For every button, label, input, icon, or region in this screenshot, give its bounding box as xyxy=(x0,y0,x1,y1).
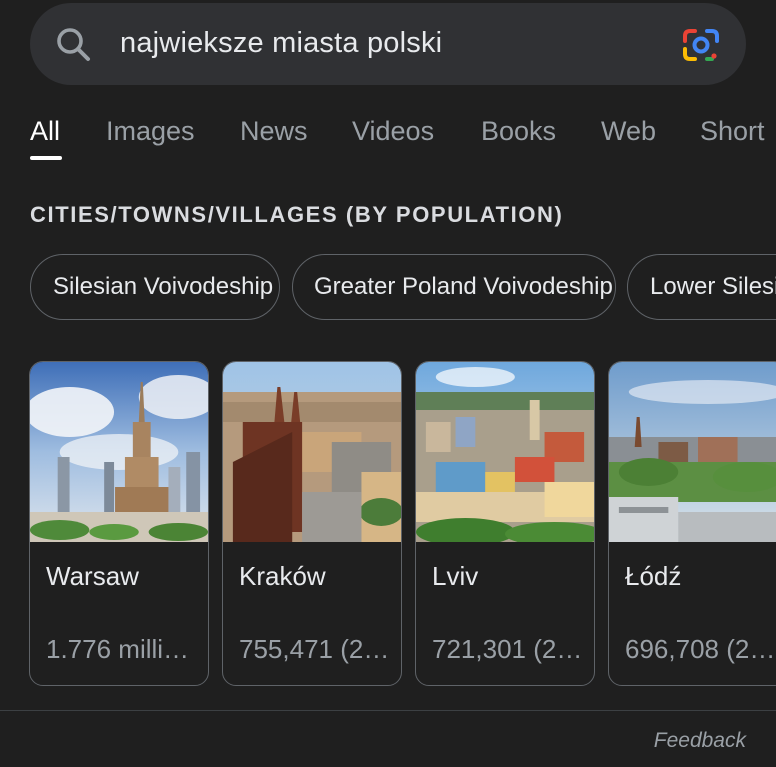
warsaw-photo xyxy=(30,362,208,542)
city-card-warsaw[interactable]: Warsaw 1.776 milli… xyxy=(29,361,209,686)
city-name: Łódź xyxy=(625,561,682,591)
search-tabs: All Images News Videos Books Web Short xyxy=(30,116,776,166)
feedback-link[interactable]: Feedback xyxy=(654,729,746,753)
footer-divider xyxy=(0,710,776,711)
city-name: Kraków xyxy=(239,561,326,591)
tab-videos[interactable]: Videos xyxy=(352,116,434,147)
city-card-lodz[interactable]: Łódź 696,708 (2… xyxy=(608,361,776,686)
section-heading: CITIES/TOWNS/VILLAGES (BY POPULATION) xyxy=(30,202,564,227)
google-lens-icon[interactable] xyxy=(682,27,720,63)
tab-web[interactable]: Web xyxy=(601,116,656,147)
search-input[interactable]: najwieksze miasta polski xyxy=(120,27,442,60)
tab-all[interactable]: All xyxy=(30,116,60,147)
city-card-lviv[interactable]: Lviv 721,301 (2… xyxy=(415,361,595,686)
lodz-photo xyxy=(609,362,776,542)
tab-news[interactable]: News xyxy=(240,116,308,147)
chip-label: Lower Silesia xyxy=(650,273,776,300)
city-population: 1.776 milli… xyxy=(46,634,190,664)
krakow-photo xyxy=(223,362,401,542)
search-bar[interactable]: najwieksze miasta polski xyxy=(30,3,746,85)
chip-lower-silesia[interactable]: Lower Silesia xyxy=(627,254,776,320)
chip-label: Silesian Voivodeship xyxy=(53,273,274,300)
search-icon[interactable] xyxy=(54,25,94,65)
city-population: 755,471 (2… xyxy=(239,634,390,664)
city-name: Warsaw xyxy=(46,561,139,591)
tab-books[interactable]: Books xyxy=(481,116,556,147)
city-name: Lviv xyxy=(432,561,479,591)
city-card-krakow[interactable]: Kraków 755,471 (2… xyxy=(222,361,402,686)
city-population: 696,708 (2… xyxy=(625,634,776,664)
active-tab-indicator xyxy=(30,156,62,160)
tab-images[interactable]: Images xyxy=(106,116,195,147)
chip-silesian-voivodeship[interactable]: Silesian Voivodeship xyxy=(30,254,280,320)
city-population: 721,301 (2… xyxy=(432,634,583,664)
chip-label: Greater Poland Voivodeship xyxy=(314,273,613,300)
lviv-photo xyxy=(416,362,594,542)
chip-greater-poland-voivodeship[interactable]: Greater Poland Voivodeship xyxy=(292,254,616,320)
search-results-page: najwieksze miasta polski All Images News… xyxy=(0,0,776,767)
tab-shorts[interactable]: Short xyxy=(700,116,765,147)
